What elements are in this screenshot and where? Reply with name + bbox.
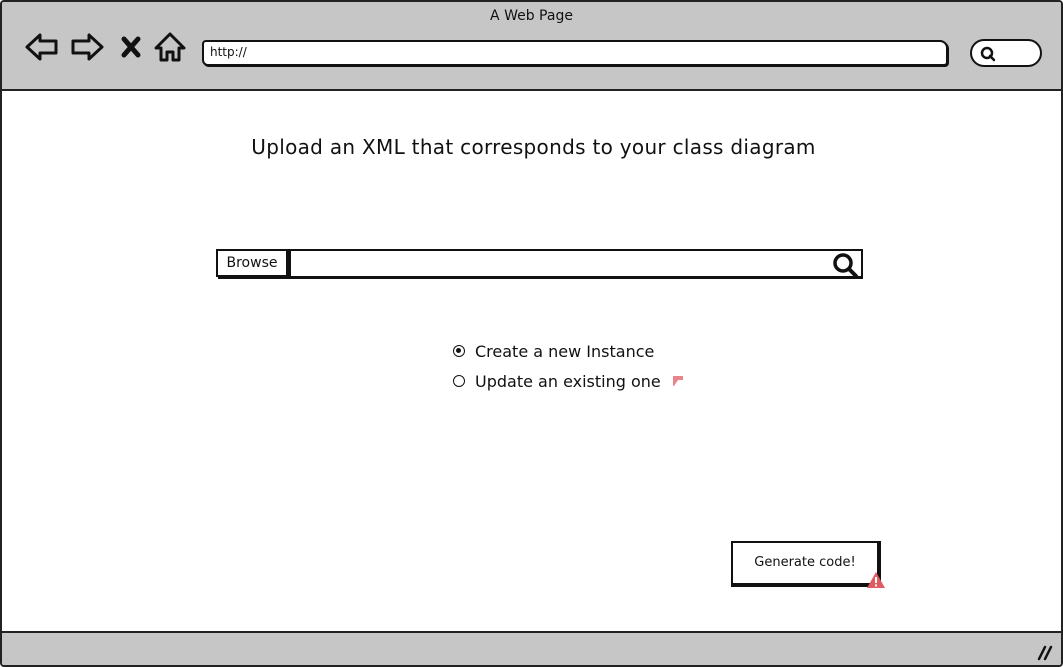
radio-button-checked[interactable]	[453, 345, 465, 357]
instance-radio-group: Create a new Instance Update an existing…	[453, 336, 685, 396]
browser-search-box[interactable]	[970, 39, 1042, 67]
status-bar	[2, 631, 1061, 665]
address-text: http://	[210, 45, 247, 59]
page-heading: Upload an XML that corresponds to your c…	[251, 135, 816, 159]
address-bar[interactable]: http://	[202, 40, 948, 66]
radio-create-new[interactable]: Create a new Instance	[453, 336, 685, 366]
browse-button[interactable]: Browse	[216, 249, 289, 277]
radio-button-unchecked[interactable]	[453, 375, 465, 387]
page-content: Upload an XML that corresponds to your c…	[2, 91, 1061, 631]
stop-x-icon[interactable]	[116, 29, 146, 65]
back-arrow-icon[interactable]	[24, 29, 60, 65]
home-icon[interactable]	[152, 29, 188, 65]
forward-arrow-icon[interactable]	[69, 29, 105, 65]
file-path-input[interactable]	[289, 249, 863, 279]
generate-code-button[interactable]: Generate code!	[731, 541, 881, 587]
browser-window: A Web Page http:// Upload an XML that co…	[0, 0, 1063, 667]
window-title: A Web Page	[490, 8, 573, 24]
resize-grip-icon[interactable]	[1033, 641, 1053, 661]
radio-update-existing[interactable]: Update an existing one	[453, 366, 685, 396]
radio-label: Create a new Instance	[475, 341, 655, 361]
note-marker-icon	[672, 376, 683, 386]
search-icon[interactable]	[831, 251, 859, 279]
search-icon	[980, 46, 996, 62]
browser-titlebar: A Web Page http://	[2, 2, 1061, 91]
radio-label: Update an existing one	[475, 371, 661, 391]
warning-icon	[867, 572, 885, 588]
